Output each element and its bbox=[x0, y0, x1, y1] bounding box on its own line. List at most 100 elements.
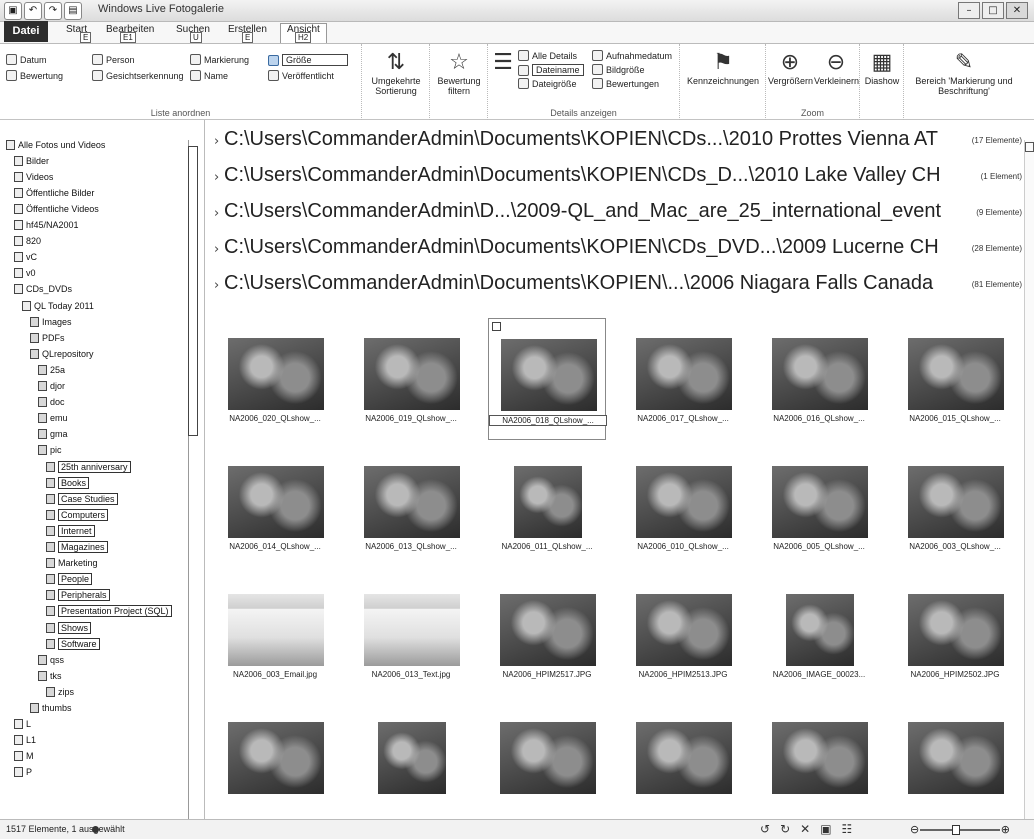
rotate-right-icon[interactable]: ↻ bbox=[780, 822, 790, 836]
minimize-button[interactable]: – bbox=[958, 2, 980, 19]
expand-arrow-icon[interactable]: › bbox=[214, 278, 224, 293]
photo-image[interactable] bbox=[364, 594, 460, 666]
photo-thumbnail[interactable]: NA2006_HPIM2517.JPG bbox=[488, 574, 606, 696]
group-header[interactable]: › C:\Users\CommanderAdmin\Documents\KOPIE… bbox=[214, 272, 1026, 300]
slideshow-button[interactable]: ▦ Diashow bbox=[862, 50, 902, 86]
navigation-scrollbar[interactable] bbox=[188, 140, 198, 820]
photo-thumbnail[interactable] bbox=[352, 702, 470, 819]
sidebar-item[interactable]: djor bbox=[38, 380, 65, 393]
app-icon[interactable]: ▣ bbox=[4, 2, 22, 20]
sidebar-item[interactable]: Peripherals bbox=[46, 589, 110, 602]
photo-image[interactable] bbox=[228, 722, 324, 794]
photo-image[interactable] bbox=[636, 338, 732, 410]
photo-image[interactable] bbox=[228, 466, 324, 538]
photo-thumbnail[interactable]: NA2006_005_QLshow_... bbox=[760, 446, 878, 568]
arrange-published[interactable]: Veröffentlicht bbox=[268, 70, 334, 81]
expand-arrow-icon[interactable]: › bbox=[214, 206, 224, 221]
photo-thumbnail[interactable] bbox=[896, 702, 1014, 819]
delete-icon[interactable]: ✕ bbox=[800, 822, 810, 836]
sidebar-item[interactable]: vC bbox=[14, 251, 37, 264]
sidebar-item[interactable]: gma bbox=[38, 428, 68, 441]
expand-arrow-icon[interactable]: › bbox=[214, 170, 224, 185]
arrange-rating[interactable]: Bewertung bbox=[6, 70, 63, 81]
select-checkbox[interactable] bbox=[492, 322, 501, 331]
photo-image[interactable] bbox=[364, 466, 460, 538]
group-header[interactable]: › C:\Users\CommanderAdmin\Documents\KOPIE… bbox=[214, 128, 1026, 156]
file-menu-button[interactable]: Datei bbox=[4, 21, 48, 42]
tags-button[interactable]: ⚑ Kennzeichnungen bbox=[682, 50, 764, 86]
rating-filter-button[interactable]: ☆ Bewertung filtern bbox=[432, 50, 486, 96]
sidebar-item[interactable]: QLrepository bbox=[30, 347, 94, 360]
sidebar-item[interactable]: M bbox=[14, 750, 34, 763]
sidebar-item[interactable]: qss bbox=[38, 653, 64, 666]
photo-thumbnail[interactable]: NA2006_018_QLshow_... bbox=[488, 318, 607, 440]
sidebar-item[interactable]: Case Studies bbox=[46, 492, 118, 505]
close-button[interactable]: ✕ bbox=[1006, 2, 1028, 19]
sidebar-item[interactable]: Images bbox=[30, 315, 72, 328]
photo-thumbnail[interactable]: NA2006_013_Text.jpg bbox=[352, 574, 470, 696]
sidebar-item[interactable]: thumbs bbox=[30, 702, 72, 715]
photo-image[interactable] bbox=[514, 466, 582, 538]
sidebar-item[interactable]: v0 bbox=[14, 267, 36, 280]
expand-arrow-icon[interactable]: › bbox=[214, 242, 224, 257]
tab-erstellen[interactable]: Erstellen E bbox=[228, 24, 267, 43]
tab-suchen[interactable]: Suchen U bbox=[176, 24, 210, 43]
photo-thumbnail[interactable]: NA2006_015_QLshow_... bbox=[896, 318, 1014, 440]
sidebar-item[interactable]: 820 bbox=[14, 235, 41, 248]
sidebar-item[interactable]: People bbox=[46, 573, 93, 586]
sidebar-item[interactable]: Öffentliche Bilder bbox=[14, 186, 94, 199]
sidebar-item[interactable]: CDs_DVDs bbox=[14, 283, 72, 296]
arrange-size[interactable]: Größe bbox=[268, 54, 348, 66]
arrange-date[interactable]: Datum bbox=[6, 54, 47, 65]
photo-image[interactable] bbox=[908, 594, 1004, 666]
photo-image[interactable] bbox=[378, 722, 446, 794]
sidebar-item[interactable]: 25a bbox=[38, 363, 65, 376]
photo-image[interactable] bbox=[772, 722, 868, 794]
photo-image[interactable] bbox=[786, 594, 854, 666]
photo-thumbnail[interactable] bbox=[216, 702, 334, 819]
expand-arrow-icon[interactable]: › bbox=[214, 134, 224, 149]
zoom-plus-icon[interactable]: ⊕ bbox=[1001, 823, 1010, 836]
photo-image[interactable] bbox=[772, 466, 868, 538]
sidebar-item[interactable]: Videos bbox=[14, 170, 53, 183]
photo-thumbnail[interactable]: NA2006_HPIM2513.JPG bbox=[624, 574, 742, 696]
scrollbar-thumb[interactable] bbox=[1025, 142, 1034, 152]
photo-thumbnail[interactable]: NA2006_IMAGE_00023... bbox=[760, 574, 878, 696]
sidebar-item[interactable]: L bbox=[14, 718, 31, 731]
tab-ansicht[interactable]: Ansicht H2 bbox=[280, 23, 327, 43]
sidebar-item[interactable]: Internet bbox=[46, 524, 95, 537]
tab-bearbeiten[interactable]: Bearbeiten E1 bbox=[106, 24, 154, 43]
sidebar-item[interactable]: Öffentliche Videos bbox=[14, 202, 99, 215]
photo-image[interactable] bbox=[772, 338, 868, 410]
sidebar-item[interactable]: tks bbox=[38, 669, 62, 682]
sidebar-item[interactable]: Bilder bbox=[14, 154, 49, 167]
sidebar-item[interactable]: zips bbox=[46, 685, 74, 698]
detail-all[interactable]: Alle Details bbox=[518, 50, 577, 61]
sidebar-item[interactable]: L1 bbox=[14, 734, 36, 747]
reverse-sort-button[interactable]: ⇅ Umgekehrte Sortierung bbox=[364, 50, 428, 96]
slideshow-icon[interactable]: ▣ bbox=[820, 822, 831, 836]
photo-thumbnail[interactable]: NA2006_010_QLshow_... bbox=[624, 446, 742, 568]
main-scrollbar[interactable] bbox=[1024, 140, 1034, 819]
photo-image[interactable] bbox=[500, 594, 596, 666]
sidebar-item[interactable]: PDFs bbox=[30, 331, 65, 344]
sidebar-item[interactable]: Presentation Project (SQL) bbox=[46, 605, 172, 618]
arrange-name[interactable]: Name bbox=[190, 70, 228, 81]
redo-icon[interactable]: ↷ bbox=[44, 2, 62, 20]
photo-thumbnail[interactable]: NA2006_003_Email.jpg bbox=[216, 574, 334, 696]
photo-image[interactable] bbox=[636, 594, 732, 666]
scrollbar-thumb[interactable] bbox=[188, 146, 198, 436]
photo-image[interactable] bbox=[500, 722, 596, 794]
photo-thumbnail[interactable] bbox=[760, 702, 878, 819]
sidebar-item[interactable]: Marketing bbox=[46, 557, 98, 570]
photo-image[interactable] bbox=[908, 338, 1004, 410]
detail-capture-date[interactable]: Aufnahmedatum bbox=[592, 50, 672, 61]
zoom-in-button[interactable]: ⊕ Vergrößern bbox=[768, 50, 813, 86]
details-icon[interactable]: ☷ bbox=[842, 822, 853, 836]
rotate-left-icon[interactable]: ↺ bbox=[760, 822, 770, 836]
tag-caption-pane-button[interactable]: ✎ Bereich 'Markierung und Beschriftung' bbox=[908, 50, 1020, 96]
details-view-button[interactable]: ☰ bbox=[492, 50, 514, 76]
photo-image[interactable] bbox=[908, 466, 1004, 538]
photo-image[interactable] bbox=[636, 466, 732, 538]
sidebar-item[interactable]: hf45/NA2001 bbox=[14, 219, 79, 232]
